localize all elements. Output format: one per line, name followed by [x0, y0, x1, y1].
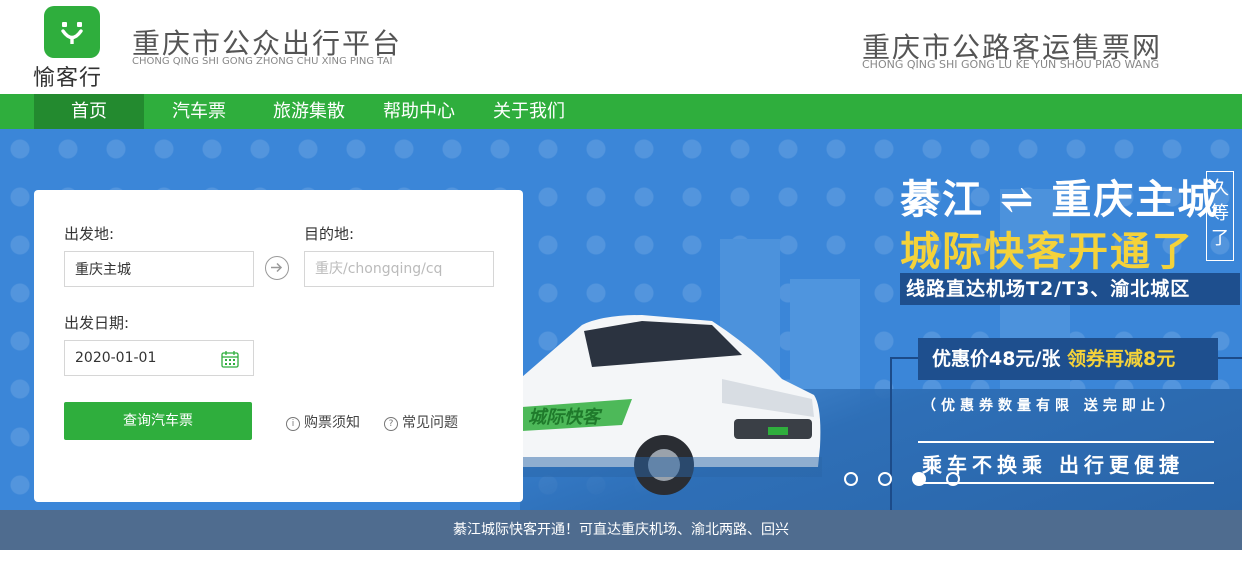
promo-slogan: 乘车不换乘 出行更便捷 — [922, 453, 1184, 477]
to-label: 目的地: — [304, 225, 355, 243]
promo-divider — [918, 441, 1214, 443]
site-subtitle: CHONG QING SHI GONG ZHONG CHU XING PING … — [132, 56, 393, 67]
from-input[interactable] — [64, 251, 254, 287]
nav-item-bus-tickets[interactable]: 汽车票 — [144, 94, 254, 129]
faq-link[interactable]: ? 常见问题 — [384, 412, 458, 432]
promo-headline-route: 綦江 ⇌ 重庆主城 — [900, 176, 1220, 223]
van-image: 城际快客 — [522, 315, 822, 495]
slide-indicator-2[interactable] — [878, 472, 892, 486]
to-input[interactable] — [304, 251, 494, 287]
swap-arrow-icon[interactable] — [265, 256, 289, 280]
help-icon: ? — [384, 417, 398, 431]
logo-text: 愉客行 — [33, 66, 103, 91]
promo-limit-note: （优惠券数量有限 送完即止） — [922, 398, 1179, 414]
search-tickets-button[interactable]: 查询汽车票 — [64, 402, 252, 440]
nav-item-home[interactable]: 首页 — [34, 94, 144, 129]
promo-price-text: 优惠价48元/张 — [932, 348, 1067, 370]
ticket-search-card: 出发地: 目的地: 出发日期: 查询汽车票 i 购票须知 ? 常见问题 — [34, 190, 523, 502]
purchase-notice-link[interactable]: i 购票须知 — [286, 412, 360, 432]
from-label: 出发地: — [64, 225, 115, 243]
calendar-icon[interactable] — [221, 350, 239, 368]
announcement-text[interactable]: 綦江城际快客开通！可直达重庆机场、渝北两路、回兴 — [453, 522, 789, 538]
nav-item-help[interactable]: 帮助中心 — [364, 94, 474, 129]
date-label: 出发日期: — [64, 314, 130, 332]
promo-headline-launch: 城际快客开通了 — [900, 228, 1194, 275]
logo-icon[interactable] — [44, 6, 100, 58]
promo-price-highlight: 领券再减8元 — [1067, 348, 1176, 370]
promo-price: 优惠价48元/张 领券再减8元 — [918, 338, 1218, 380]
promo-divider — [918, 482, 1214, 484]
nav-item-about[interactable]: 关于我们 — [474, 94, 584, 129]
van-decal: 城际快客 — [528, 407, 603, 428]
info-icon: i — [286, 417, 300, 431]
promo-wait-tag: 久等了 — [1206, 171, 1234, 261]
site-header: 愉客行 重庆市公众出行平台 CHONG QING SHI GONG ZHONG … — [0, 0, 1242, 94]
nav-item-tourism[interactable]: 旅游集散 — [254, 94, 364, 129]
slide-indicator-3[interactable] — [912, 472, 926, 486]
partner-subtitle: CHONG QING SHI GONG LU KE YUN SHOU PIAO … — [862, 58, 1160, 71]
announcement-bar[interactable]: 綦江城际快客开通！可直达重庆机场、渝北两路、回兴 — [0, 510, 1242, 550]
main-nav: 首页 汽车票 旅游集散 帮助中心 关于我们 — [0, 94, 1242, 129]
faq-label: 常见问题 — [402, 415, 458, 431]
purchase-notice-label: 购票须知 — [304, 415, 360, 431]
slide-indicator-1[interactable] — [844, 472, 858, 486]
slide-indicator-4[interactable] — [946, 472, 960, 486]
promo-route-line: 线路直达机场T2/T3、渝北城区 — [900, 273, 1240, 305]
